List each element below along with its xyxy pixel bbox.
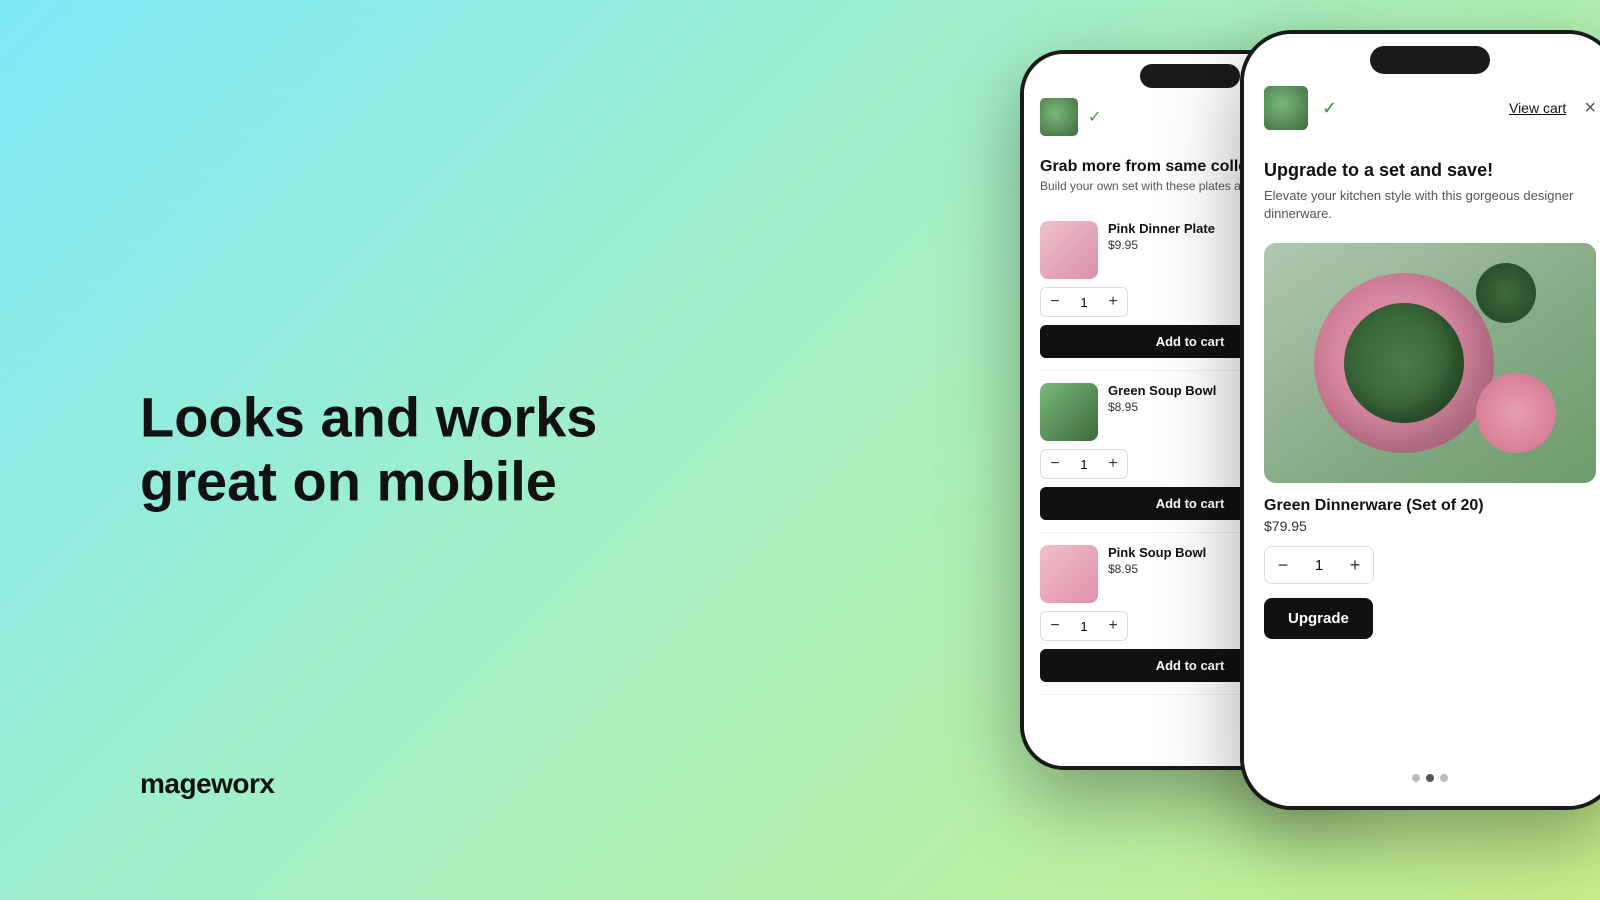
- qty-increase-3[interactable]: +: [1099, 612, 1127, 640]
- back-thumb: [1040, 98, 1078, 136]
- notch-back: [1140, 64, 1240, 88]
- qty-increase-1[interactable]: +: [1099, 288, 1127, 316]
- cart-thumb-image: [1264, 86, 1308, 130]
- upgrade-button[interactable]: Upgrade: [1264, 598, 1373, 639]
- check-icon: ✓: [1322, 98, 1337, 119]
- qty-value-2: 1: [1069, 457, 1099, 472]
- cart-item-thumb: [1264, 86, 1308, 130]
- product-info: Green Dinnerware (Set of 20) $79.95: [1244, 483, 1600, 534]
- dot-3[interactable]: [1440, 774, 1448, 782]
- img-decoration-2: [1476, 263, 1536, 323]
- quantity-increase-button[interactable]: +: [1337, 547, 1373, 583]
- upsell-description: Elevate your kitchen style with this gor…: [1264, 187, 1596, 223]
- quantity-row: − 1 +: [1264, 546, 1374, 584]
- quantity-decrease-button[interactable]: −: [1265, 547, 1301, 583]
- quantity-value: 1: [1301, 557, 1337, 574]
- close-button[interactable]: ×: [1584, 97, 1596, 120]
- headline: Looks and works great on mobile: [140, 386, 620, 515]
- img-decoration-1: [1476, 373, 1556, 453]
- brand-logo: mageworx: [140, 768, 275, 800]
- qty-value-3: 1: [1069, 619, 1099, 634]
- qty-decrease-3[interactable]: −: [1041, 612, 1069, 640]
- front-screen: ✓ View cart × Upgrade to a set and save!…: [1244, 34, 1600, 806]
- qty-row-3: − 1 +: [1040, 611, 1128, 641]
- back-check-icon: ✓: [1088, 107, 1101, 127]
- phones-container: ✓ View cart × Grab more from same collec…: [640, 0, 1600, 900]
- qty-value-1: 1: [1069, 295, 1099, 310]
- phone-front: ✓ View cart × Upgrade to a set and save!…: [1240, 30, 1600, 810]
- qty-row-2: − 1 +: [1040, 449, 1128, 479]
- upsell-title: Upgrade to a set and save!: [1264, 160, 1596, 181]
- product-thumb-1: [1040, 221, 1098, 279]
- phone-front-inner: ✓ View cart × Upgrade to a set and save!…: [1244, 34, 1600, 806]
- carousel-dots: [1244, 758, 1600, 798]
- qty-row-1: − 1 +: [1040, 287, 1128, 317]
- product-price: $79.95: [1264, 518, 1596, 534]
- product-thumb-3: [1040, 545, 1098, 603]
- qty-decrease-2[interactable]: −: [1041, 450, 1069, 478]
- product-image: [1264, 243, 1596, 483]
- left-section: Looks and works great on mobile: [140, 386, 620, 515]
- qty-decrease-1[interactable]: −: [1041, 288, 1069, 316]
- dot-2[interactable]: [1426, 774, 1434, 782]
- notch-front: [1370, 46, 1490, 74]
- product-thumb-2: [1040, 383, 1098, 441]
- product-image-wrap: [1264, 243, 1596, 483]
- upsell-section: Upgrade to a set and save! Elevate your …: [1244, 142, 1600, 235]
- qty-increase-2[interactable]: +: [1099, 450, 1127, 478]
- view-cart-link[interactable]: View cart: [1509, 100, 1566, 116]
- dot-1[interactable]: [1412, 774, 1420, 782]
- product-name: Green Dinnerware (Set of 20): [1264, 497, 1596, 515]
